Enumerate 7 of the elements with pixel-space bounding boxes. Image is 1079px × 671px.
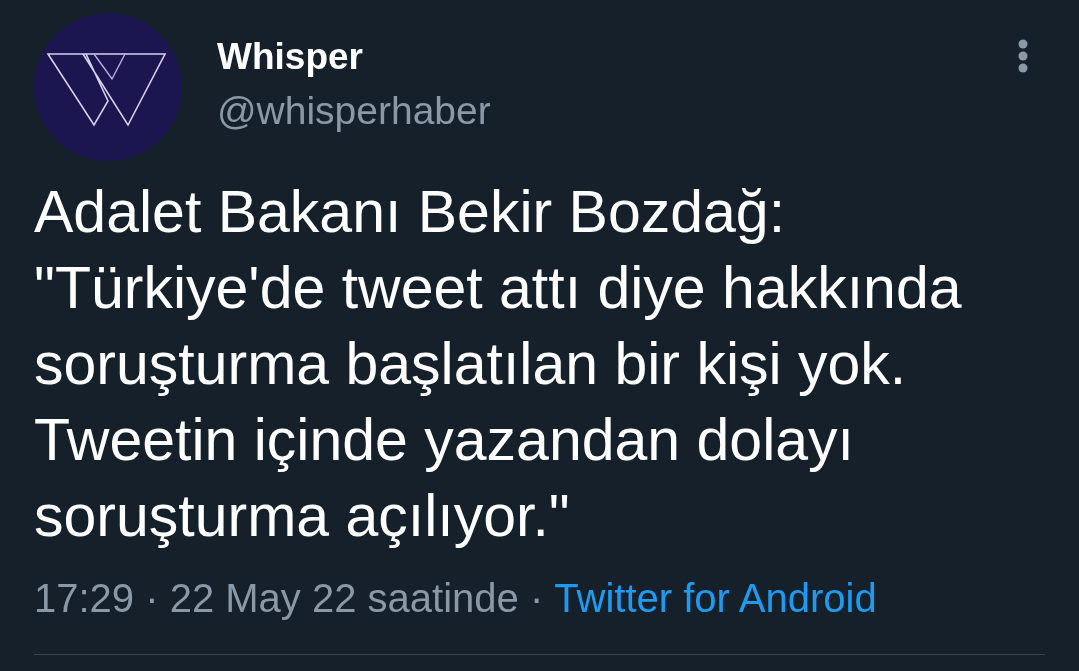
author-handle[interactable]: @whisperhaber (217, 89, 491, 133)
avatar-logo[interactable] (34, 13, 182, 161)
source-link[interactable]: Twitter for Android (554, 573, 877, 623)
author-name[interactable]: Whisper (217, 35, 491, 79)
tweet-timestamp: 17:29 · 22 May 22 saatinde · (34, 575, 545, 622)
tweet-text: Adalet Bakanı Bekir Bozdağ: "Türkiye'de tweet attı diye hakkında soruşturma başlatılan bir kişi yok. Tweetin içinde yazandan dolayı soruşturma açılıyor." (33, 178, 963, 551)
more-icon[interactable] (1017, 39, 1029, 73)
